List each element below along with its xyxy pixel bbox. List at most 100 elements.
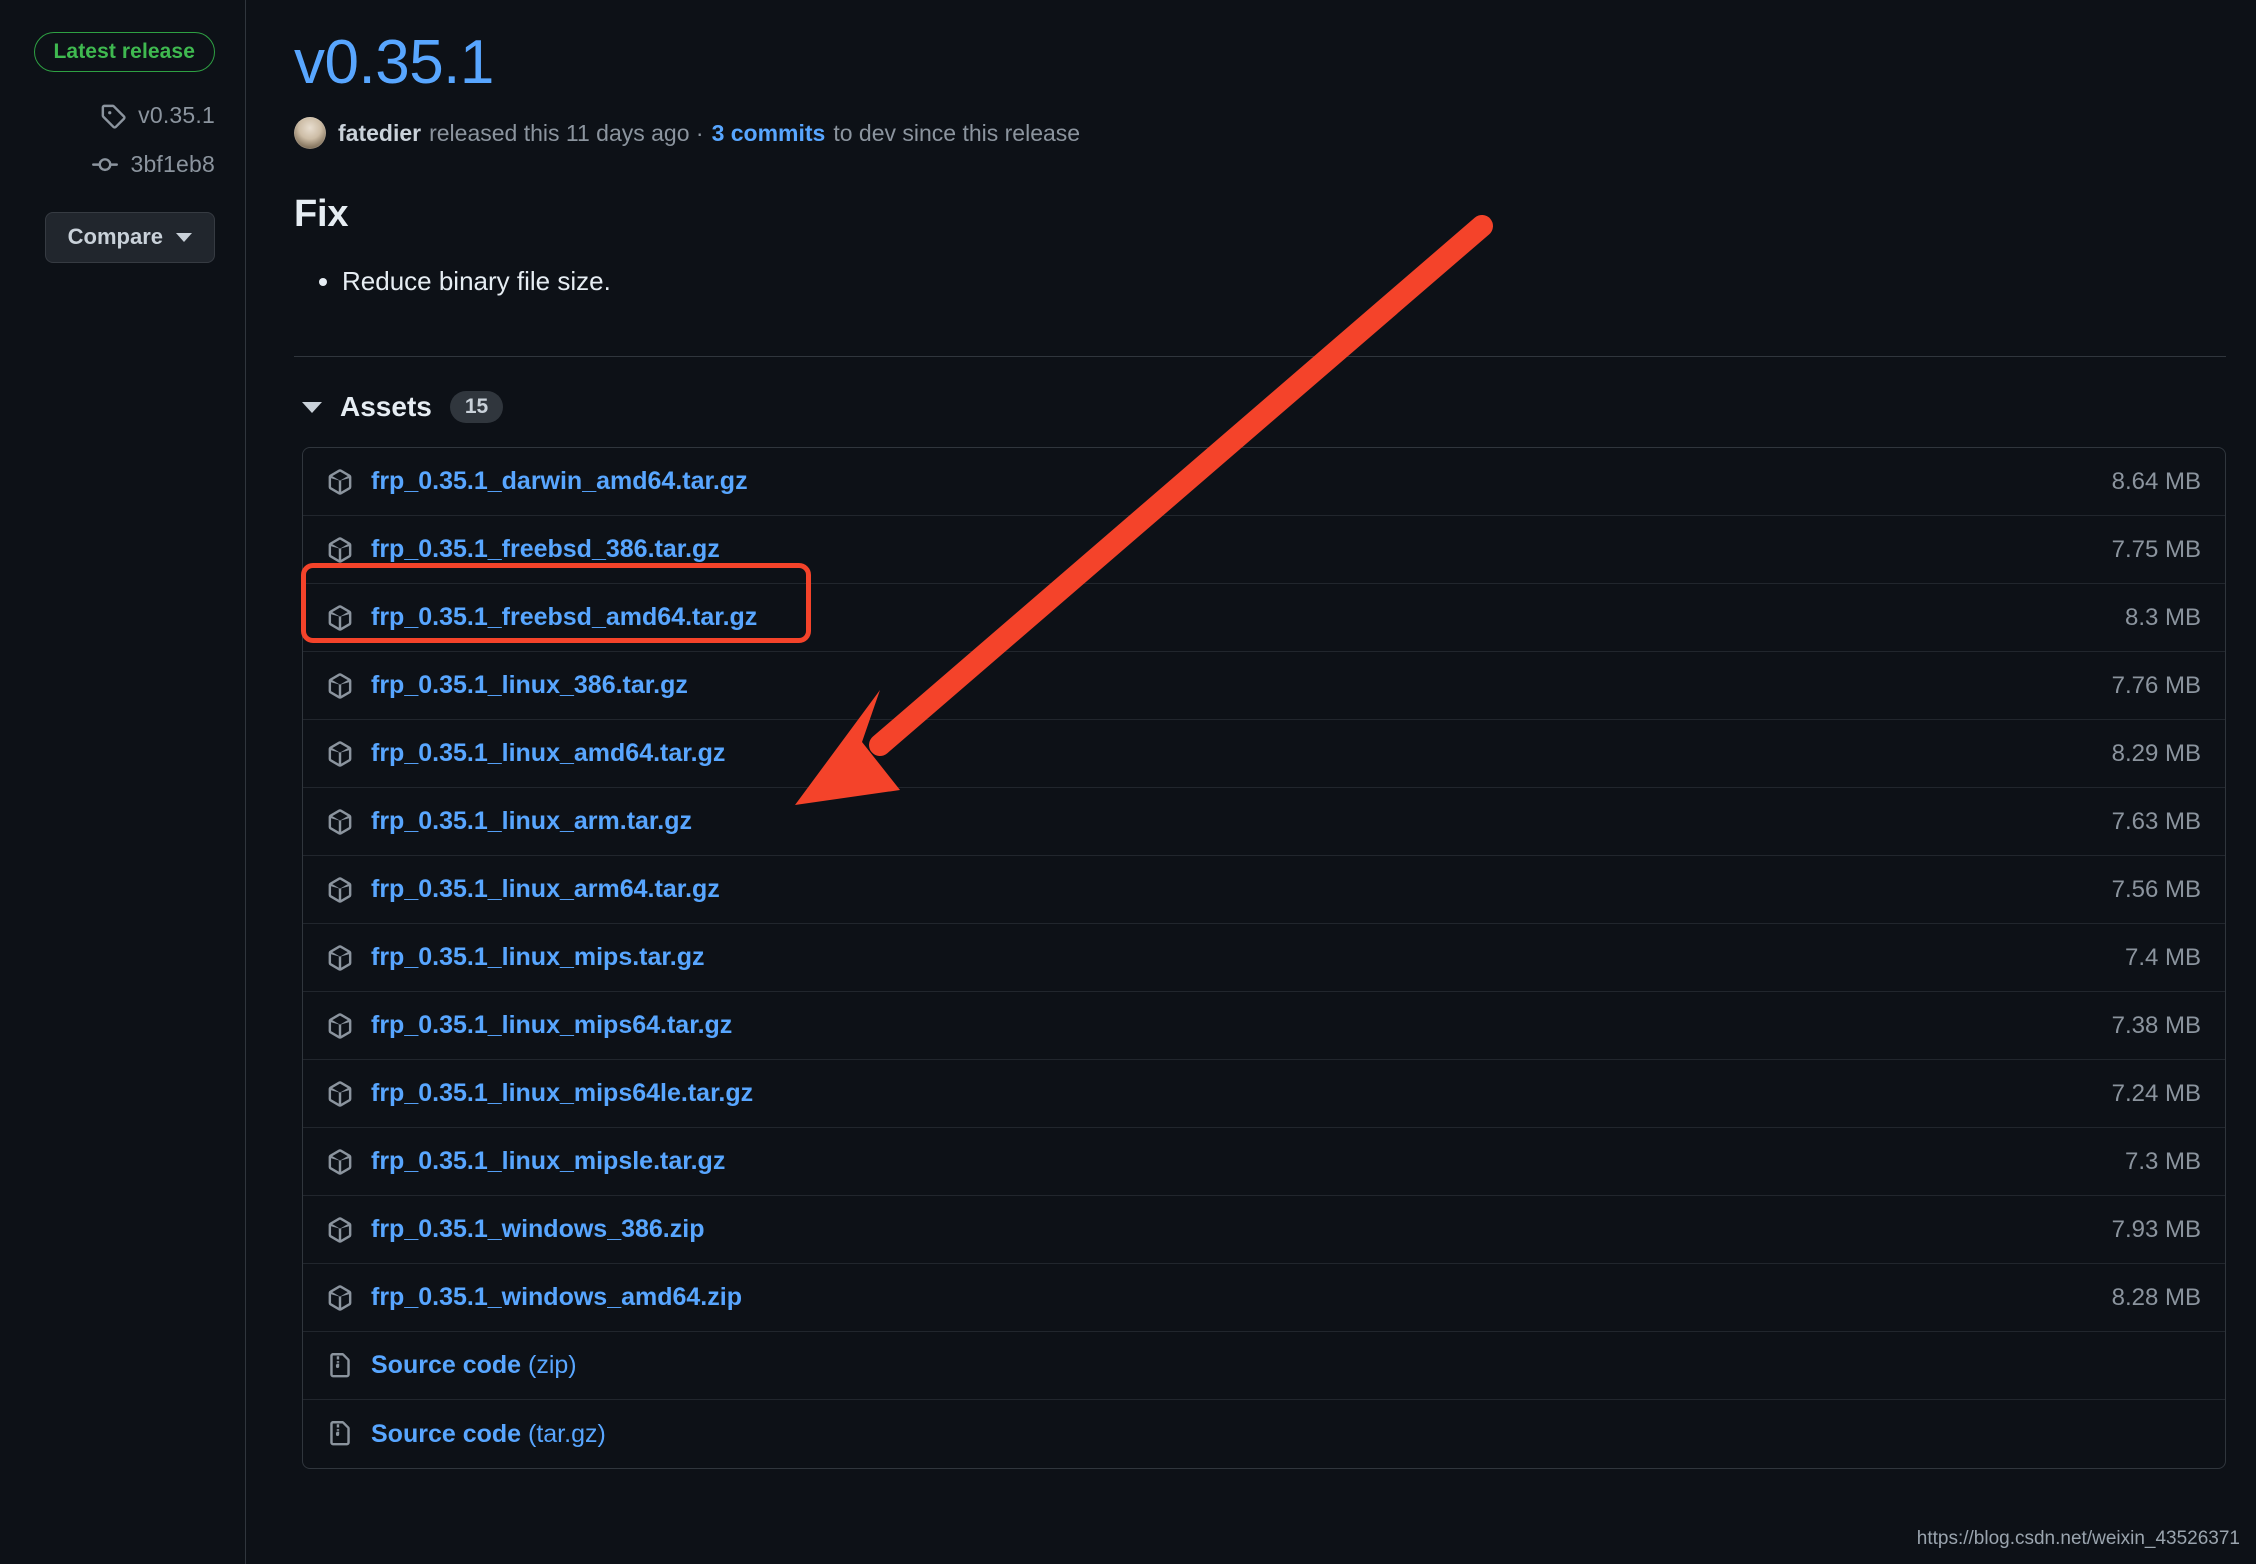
table-row[interactable]: frp_0.35.1_freebsd_386.tar.gz 7.75 MB [303, 516, 2225, 585]
asset-name-link[interactable]: frp_0.35.1_linux_mips64le.tar.gz [371, 1079, 753, 1108]
tag-icon [100, 103, 126, 129]
avatar[interactable] [294, 117, 326, 150]
table-row[interactable]: frp_0.35.1_darwin_amd64.tar.gz 8.64 MB [303, 448, 2225, 517]
package-icon [327, 1148, 353, 1175]
table-row[interactable]: frp_0.35.1_linux_arm.tar.gz 7.63 MB [303, 788, 2225, 857]
asset-size: 7.4 MB [2124, 943, 2201, 971]
asset-row-left: frp_0.35.1_linux_arm64.tar.gz [327, 875, 720, 904]
latest-release-badge: Latest release [33, 32, 215, 72]
asset-size: 7.56 MB [2111, 875, 2201, 903]
body-heading: Fix [294, 193, 349, 236]
watermark: https://blog.csdn.net/weixin_43526371 [1916, 1528, 2240, 1549]
asset-size: 8.29 MB [2111, 739, 2201, 767]
asset-name-link[interactable]: frp_0.35.1_freebsd_amd64.tar.gz [371, 603, 757, 632]
package-icon [327, 604, 353, 631]
release-page: Latest release v0.35.1 3bf1eb8 Compare v… [0, 0, 2256, 1564]
asset-row-left: Source code (zip) [327, 1351, 577, 1380]
asset-name-link[interactable]: frp_0.35.1_linux_amd64.tar.gz [371, 739, 725, 768]
assets-header[interactable]: Assets 15 [302, 391, 2226, 424]
asset-row-left: frp_0.35.1_windows_amd64.zip [327, 1283, 742, 1312]
asset-row-left: frp_0.35.1_linux_mips64.tar.gz [327, 1011, 732, 1040]
package-icon [327, 808, 353, 835]
asset-name-link[interactable]: Source code (tar.gz) [371, 1420, 606, 1449]
asset-row-left: frp_0.35.1_freebsd_amd64.tar.gz [327, 603, 757, 632]
sidebar-commit-row[interactable]: 3bf1eb8 [92, 151, 215, 178]
asset-name-link[interactable]: frp_0.35.1_linux_arm.tar.gz [371, 807, 692, 836]
asset-size: 7.38 MB [2111, 1011, 2201, 1039]
asset-size: 7.76 MB [2111, 671, 2201, 699]
sidebar-tag-row[interactable]: v0.35.1 [100, 102, 215, 129]
asset-row-left: frp_0.35.1_linux_mips64le.tar.gz [327, 1079, 753, 1108]
release-title[interactable]: v0.35.1 [294, 30, 2226, 95]
package-icon [327, 1012, 353, 1039]
table-row[interactable]: frp_0.35.1_linux_mipsle.tar.gz 7.3 MB [303, 1128, 2225, 1197]
table-row[interactable]: frp_0.35.1_freebsd_amd64.tar.gz 8.3 MB [303, 584, 2225, 653]
asset-row-left: frp_0.35.1_windows_386.zip [327, 1215, 704, 1244]
asset-name-link[interactable]: Source code (zip) [371, 1351, 577, 1380]
sidebar-tag-label: v0.35.1 [138, 102, 215, 128]
file-zip-icon [327, 1421, 353, 1447]
asset-name-link[interactable]: frp_0.35.1_darwin_amd64.tar.gz [371, 467, 748, 496]
asset-name-link[interactable]: frp_0.35.1_linux_mipsle.tar.gz [371, 1147, 725, 1176]
asset-name-link[interactable]: frp_0.35.1_linux_mips.tar.gz [371, 943, 704, 972]
asset-row-left: frp_0.35.1_freebsd_386.tar.gz [327, 535, 720, 564]
package-icon [327, 944, 353, 971]
assets-count-badge: 15 [449, 391, 504, 424]
chevron-down-icon[interactable] [302, 401, 322, 413]
asset-size: 8.3 MB [2124, 603, 2201, 631]
asset-row-left: Source code (tar.gz) [327, 1420, 606, 1449]
package-icon [327, 536, 353, 563]
package-icon [327, 876, 353, 903]
asset-name-suffix: (tar.gz) [521, 1419, 606, 1448]
release-author[interactable]: fatedier [338, 120, 421, 147]
commits-link[interactable]: 3 commits [712, 120, 826, 147]
table-row[interactable]: Source code (tar.gz) [303, 1400, 2225, 1468]
asset-row-left: frp_0.35.1_linux_mipsle.tar.gz [327, 1147, 725, 1176]
assets-title: Assets [340, 391, 432, 423]
asset-row-left: frp_0.35.1_linux_386.tar.gz [327, 671, 688, 700]
asset-name-link[interactable]: frp_0.35.1_linux_arm64.tar.gz [371, 875, 720, 904]
asset-name-suffix: (zip) [521, 1351, 577, 1380]
release-commits-suffix: to dev since this release [833, 119, 1081, 146]
table-row[interactable]: frp_0.35.1_linux_mips64.tar.gz 7.38 MB [303, 992, 2225, 1061]
table-row[interactable]: frp_0.35.1_windows_amd64.zip 8.28 MB [303, 1264, 2225, 1333]
asset-name-link[interactable]: frp_0.35.1_windows_386.zip [371, 1215, 704, 1244]
asset-row-left: frp_0.35.1_linux_mips.tar.gz [327, 943, 704, 972]
compare-button-label: Compare [67, 224, 163, 249]
body-bullet-list: Reduce binary file size. [294, 262, 2226, 301]
package-icon [327, 672, 353, 699]
asset-name-link[interactable]: frp_0.35.1_linux_mips64.tar.gz [371, 1011, 732, 1040]
compare-button[interactable]: Compare [44, 212, 215, 263]
sidebar-commit-label: 3bf1eb8 [130, 151, 215, 177]
table-row[interactable]: frp_0.35.1_linux_mips.tar.gz 7.4 MB [303, 924, 2225, 993]
asset-size: 8.64 MB [2111, 467, 2201, 495]
table-row[interactable]: frp_0.35.1_linux_386.tar.gz 7.76 MB [303, 652, 2225, 721]
assets-list: frp_0.35.1_darwin_amd64.tar.gz 8.64 MB frp… [302, 447, 2226, 1470]
package-icon [327, 1080, 353, 1107]
package-icon [327, 740, 353, 767]
section-divider [294, 356, 2226, 358]
package-icon [327, 1284, 353, 1311]
asset-name-link[interactable]: frp_0.35.1_linux_386.tar.gz [371, 671, 688, 700]
commit-icon [92, 152, 119, 178]
asset-name-link[interactable]: frp_0.35.1_windows_amd64.zip [371, 1283, 742, 1312]
release-sidebar: Latest release v0.35.1 3bf1eb8 Compare [0, 0, 245, 1564]
release-released-text: released this 11 days ago · [429, 119, 704, 146]
asset-name-link[interactable]: frp_0.35.1_freebsd_386.tar.gz [371, 535, 720, 564]
table-row[interactable]: frp_0.35.1_linux_arm64.tar.gz 7.56 MB [303, 856, 2225, 925]
table-row[interactable]: frp_0.35.1_linux_amd64.tar.gz 8.29 MB [303, 720, 2225, 789]
table-row[interactable]: Source code (zip) [303, 1332, 2225, 1401]
file-zip-icon [327, 1352, 353, 1379]
list-item: Reduce binary file size. [342, 262, 2226, 301]
asset-size: 7.93 MB [2111, 1215, 2201, 1243]
asset-size: 7.63 MB [2111, 807, 2201, 835]
asset-row-left: frp_0.35.1_darwin_amd64.tar.gz [327, 467, 748, 496]
release-main: v0.35.1 fatedier released this 11 days a… [246, 0, 2256, 1564]
package-icon [327, 1216, 353, 1243]
release-meta: fatedier released this 11 days ago · 3 c… [294, 117, 2226, 150]
table-row[interactable]: frp_0.35.1_linux_mips64le.tar.gz 7.24 MB [303, 1060, 2225, 1129]
asset-row-left: frp_0.35.1_linux_arm.tar.gz [327, 807, 692, 836]
package-icon [327, 468, 353, 495]
asset-size: 7.75 MB [2111, 535, 2201, 563]
table-row[interactable]: frp_0.35.1_windows_386.zip 7.93 MB [303, 1196, 2225, 1265]
